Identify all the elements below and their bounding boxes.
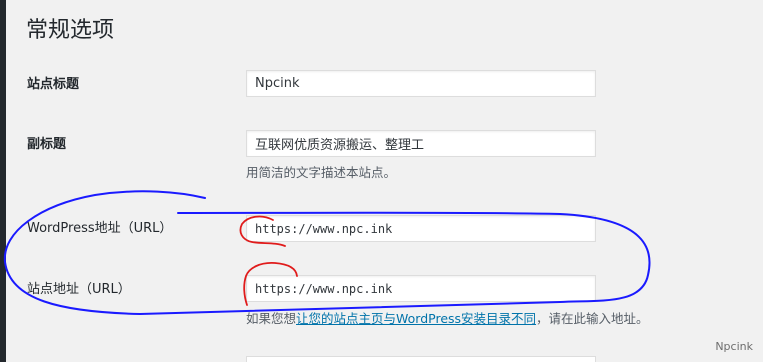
site-address-desc-suffix: ，请在此输入地址。 [536, 311, 649, 326]
site-address-desc-prefix: 如果您想 [246, 311, 297, 326]
wordpress-address-label: WordPress地址（URL） [27, 221, 173, 236]
settings-page: 常规选项 站点标题 Npcink 副标题 互联网优质资源搬运、整理工 用简洁的文… [0, 0, 763, 362]
site-address-help-link[interactable]: 让您的站点主页与WordPress安装目录不同 [296, 311, 536, 326]
site-address-description: 如果您想让您的站点主页与WordPress安装目录不同，请在此输入地址。 [246, 310, 649, 328]
wordpress-address-value: https://www.npc.ink [255, 221, 393, 236]
site-title-input[interactable]: Npcink [246, 70, 596, 97]
site-title-label: 站点标题 [27, 77, 80, 92]
site-address-value: https://www.npc.ink [255, 281, 393, 296]
watermark: Npcink [715, 340, 753, 353]
site-title-value: Npcink [255, 76, 300, 91]
site-address-label: 站点地址（URL） [27, 282, 131, 297]
wordpress-address-input[interactable]: https://www.npc.ink [246, 215, 596, 242]
tagline-input[interactable]: 互联网优质资源搬运、整理工 [246, 130, 596, 157]
page-title: 常规选项 [26, 18, 115, 43]
tagline-label: 副标题 [27, 137, 67, 152]
tagline-description: 用简洁的文字描述本站点。 [246, 165, 397, 180]
next-field-partial[interactable] [246, 356, 596, 362]
tagline-value: 互联网优质资源搬运、整理工 [255, 138, 425, 153]
site-address-input[interactable]: https://www.npc.ink [246, 275, 596, 302]
admin-sidebar-edge [0, 0, 6, 362]
